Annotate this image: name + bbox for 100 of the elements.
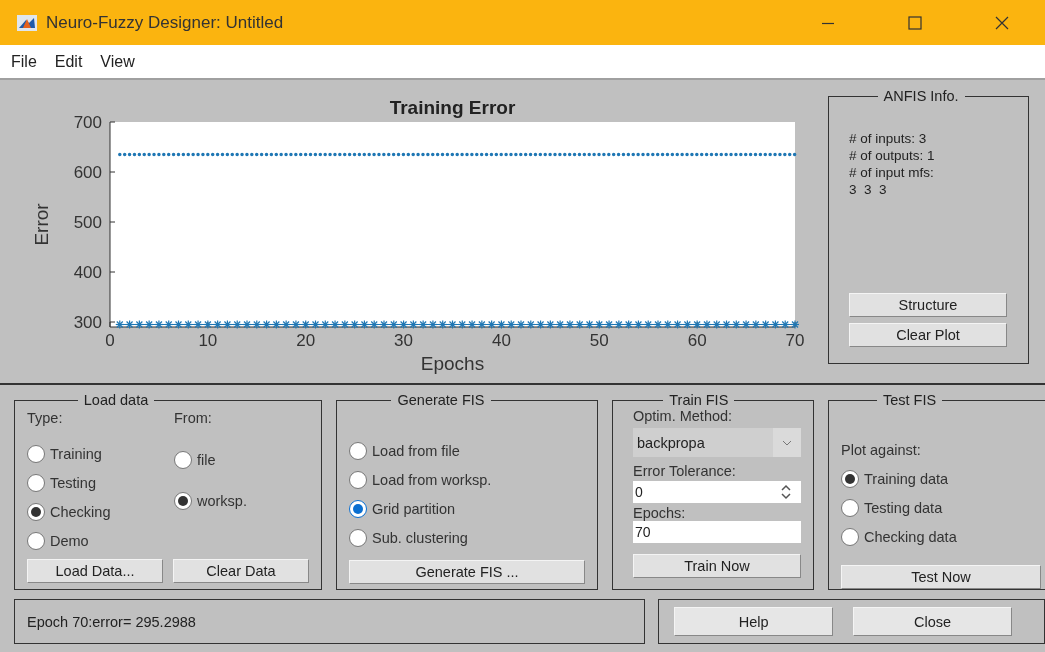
tolerance-field[interactable]: 0	[633, 481, 801, 503]
y-tick-label: 600	[73, 163, 102, 182]
dialog-button[interactable]: Close	[853, 607, 1013, 636]
radio-button[interactable]	[349, 441, 367, 460]
radio-button[interactable]	[841, 527, 859, 546]
data-point	[173, 319, 184, 330]
data-point	[291, 319, 301, 330]
menu-item[interactable]: Edit	[45, 52, 92, 71]
data-point	[379, 319, 389, 330]
data-point	[614, 319, 624, 330]
radio-label: Grid partition	[372, 500, 455, 517]
x-tick-label: 0	[105, 331, 115, 350]
generate-button[interactable]: Generate FIS ...	[349, 560, 585, 584]
radio-button[interactable]	[841, 498, 859, 517]
data-point	[633, 319, 644, 330]
data-point	[124, 319, 135, 330]
data-point	[526, 319, 536, 330]
radio-button[interactable]	[841, 469, 859, 488]
data-point	[496, 319, 507, 330]
dialog-button[interactable]: Help	[674, 607, 834, 636]
radio-label: Testing data	[864, 499, 943, 516]
radio-button[interactable]	[27, 502, 45, 521]
data-point	[418, 319, 428, 330]
radio-button[interactable]	[349, 528, 367, 547]
menu-item[interactable]: File	[0, 52, 46, 71]
data-point	[467, 319, 477, 330]
y-tick-label: 300	[73, 313, 102, 332]
data-point	[359, 319, 370, 330]
epochs-field[interactable]: 70	[633, 521, 801, 543]
panel-button[interactable]: Structure	[849, 293, 1007, 317]
menu-item[interactable]: View	[91, 52, 144, 71]
radio-label: Testing	[50, 474, 96, 491]
data-point	[643, 319, 653, 330]
close-icon[interactable]	[993, 14, 1010, 31]
info-text: # of inputs: 3	[849, 130, 928, 147]
status-message: Epoch 70:error= 295.2988	[14, 599, 646, 644]
data-point	[389, 319, 399, 330]
data-point	[477, 319, 487, 330]
data-point	[604, 319, 614, 330]
radio-label: file	[197, 451, 216, 468]
data-point	[134, 319, 144, 330]
data-point	[770, 319, 781, 330]
y-tick-label: 500	[73, 213, 102, 232]
data-point	[438, 319, 448, 330]
method-dropdown[interactable]: backpropa	[633, 428, 801, 457]
info-text: 3 3 3	[849, 181, 888, 198]
radio-button[interactable]	[27, 444, 45, 463]
data-point	[330, 319, 340, 330]
maximize-icon[interactable]	[906, 14, 923, 31]
data-point	[584, 319, 595, 330]
radio-label: Load from worksp.	[372, 471, 492, 488]
data-point	[555, 319, 565, 330]
data-point	[516, 319, 526, 330]
radio-button[interactable]	[27, 531, 45, 550]
data-point	[369, 319, 379, 330]
data-point	[741, 319, 751, 330]
method-label: Optim. Method:	[633, 408, 734, 424]
panel-title: Train FIS	[668, 392, 730, 408]
radio-button[interactable]	[349, 499, 367, 518]
data-point	[653, 319, 663, 330]
data-point	[350, 319, 360, 330]
chart-title: Training Error	[389, 97, 516, 118]
y-tick-label: 400	[73, 263, 102, 282]
data-point	[506, 319, 516, 330]
panel-title: Generate FIS	[396, 392, 486, 408]
radio-label: Training data	[864, 470, 949, 487]
data-point	[203, 319, 213, 330]
panel-button[interactable]: Clear Data	[173, 559, 309, 583]
x-axis-label: Epochs	[420, 353, 485, 374]
data-point	[271, 319, 281, 330]
radio-button[interactable]	[27, 473, 45, 492]
panel-title: Test FIS	[882, 392, 938, 408]
data-point	[193, 319, 203, 330]
test-button[interactable]: Test Now	[841, 565, 1041, 589]
panel-button[interactable]: Clear Plot	[849, 323, 1007, 347]
panel-button[interactable]: Load Data...	[27, 559, 163, 583]
data-point	[721, 319, 732, 330]
data-point	[535, 319, 546, 330]
data-point	[144, 319, 154, 330]
data-point	[712, 319, 722, 330]
y-axis-label: Error	[31, 203, 52, 246]
x-tick-label: 40	[491, 331, 511, 350]
radio-button[interactable]	[174, 450, 192, 469]
radio-label: Checking data	[864, 528, 957, 545]
spinner-icon	[779, 484, 793, 500]
x-tick-label: 60	[687, 331, 707, 350]
data-point	[320, 319, 330, 330]
train-button[interactable]: Train Now	[633, 554, 801, 578]
tolerance-label: Error Tolerance:	[633, 463, 737, 479]
radio-label: Demo	[50, 532, 89, 549]
data-point	[340, 319, 350, 330]
data-point	[594, 319, 604, 330]
radio-button[interactable]	[349, 470, 367, 489]
panel-title: ANFIS Info.	[882, 88, 960, 104]
radio-label: worksp.	[197, 492, 247, 509]
from-label: From:	[174, 410, 213, 428]
data-point	[565, 319, 575, 330]
data-point	[663, 319, 673, 330]
data-point	[428, 319, 438, 330]
radio-button[interactable]	[174, 491, 192, 510]
